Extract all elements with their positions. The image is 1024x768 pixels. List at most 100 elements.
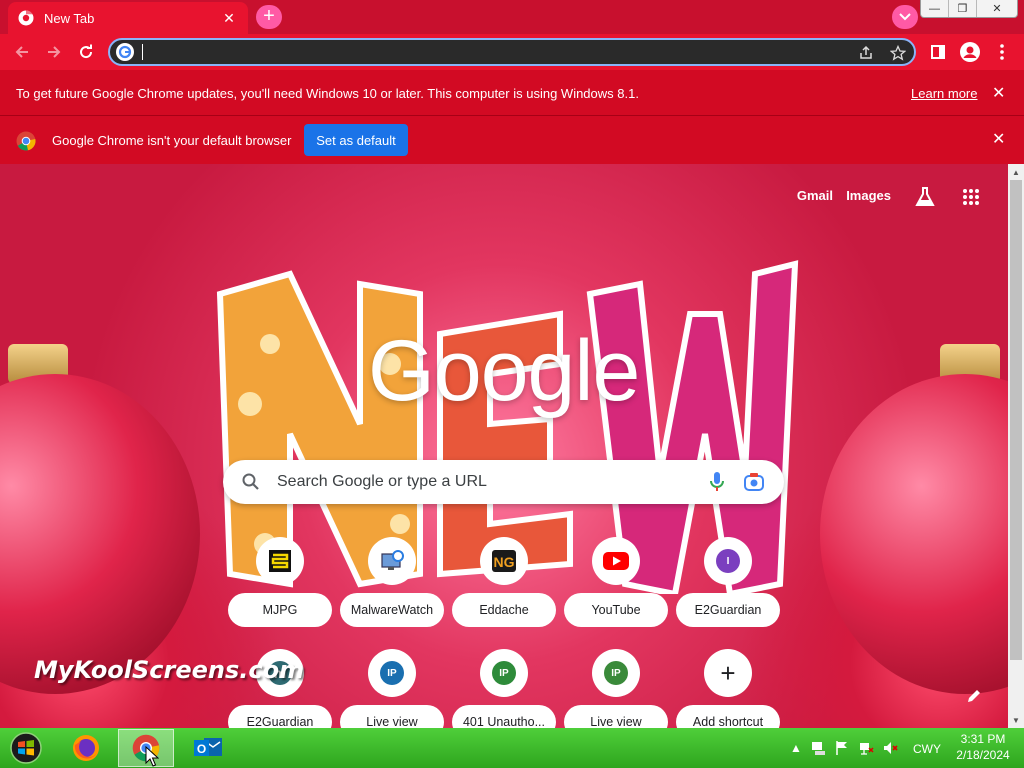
- maximize-button[interactable]: ❐: [949, 0, 977, 17]
- scroll-down-arrow-icon[interactable]: ▼: [1008, 712, 1024, 728]
- shortcut-label: Eddache: [452, 593, 556, 627]
- tab-close-icon[interactable]: ✕: [220, 10, 238, 27]
- eddache-icon: NG: [480, 537, 528, 585]
- shortcut-tile[interactable]: MJPG: [228, 537, 332, 637]
- shortcut-label: E2Guardian: [676, 593, 780, 627]
- images-link[interactable]: Images: [846, 188, 891, 203]
- apps-button[interactable]: [962, 188, 980, 211]
- taskbar-clock[interactable]: 3:31 PM 2/18/2024: [950, 731, 1016, 763]
- ip-icon: IP: [368, 649, 416, 697]
- pencil-icon: [968, 690, 980, 702]
- close-window-button[interactable]: ✕: [977, 0, 1017, 17]
- volume-muted-icon[interactable]: [882, 740, 898, 756]
- update-message: To get future Google Chrome updates, you…: [16, 86, 639, 101]
- ornament-left: [0, 374, 200, 694]
- plus-icon: +: [704, 649, 752, 697]
- tab-search-button[interactable]: [892, 5, 918, 29]
- toolbar: [0, 34, 1024, 70]
- tab-title: New Tab: [44, 10, 95, 26]
- e2guardian-icon: I: [704, 537, 752, 585]
- shortcut-label: Live view: [340, 705, 444, 728]
- avatar-icon: [960, 42, 980, 62]
- chrome-logo-icon: [16, 131, 36, 151]
- apps-grid-icon: [963, 189, 979, 205]
- shortcut-tile[interactable]: IP Live view: [564, 649, 668, 728]
- share-icon[interactable]: [856, 43, 876, 63]
- tab-strip: New Tab ✕ + — ❐ ✕: [0, 0, 1024, 34]
- arrow-right-icon: [48, 46, 61, 58]
- gmail-link[interactable]: Gmail: [797, 188, 833, 203]
- scrollbar-thumb[interactable]: [1010, 180, 1022, 660]
- mjpg-icon: [256, 537, 304, 585]
- clock-time: 3:31 PM: [960, 732, 1006, 746]
- chevron-down-icon: [899, 13, 911, 21]
- network-computer-icon[interactable]: [810, 740, 826, 756]
- windows-logo-icon: [10, 732, 42, 764]
- shortcut-label: MalwareWatch: [340, 593, 444, 627]
- google-logo: Google: [368, 323, 640, 419]
- shortcut-label: 401 Unautho...: [452, 705, 556, 728]
- learn-more-link[interactable]: Learn more: [911, 86, 977, 101]
- shortcut-label: Add shortcut: [676, 705, 780, 728]
- shortcut-tile[interactable]: IP 401 Unautho...: [452, 649, 556, 728]
- network-icon[interactable]: [858, 740, 874, 756]
- new-tab-button[interactable]: +: [256, 5, 282, 29]
- taskbar-chrome[interactable]: [118, 729, 174, 767]
- shortcut-label: E2Guardian: [228, 705, 332, 728]
- bookmark-star-icon[interactable]: [888, 43, 908, 63]
- shortcut-tile[interactable]: I E2Guardian: [676, 537, 780, 637]
- customize-chrome-button[interactable]: [962, 684, 986, 708]
- profile-button[interactable]: [958, 40, 982, 64]
- youtube-icon: [592, 537, 640, 585]
- tab-new-tab[interactable]: New Tab ✕: [8, 2, 248, 34]
- reload-icon: [80, 44, 93, 59]
- kebab-menu-icon: [1000, 44, 1004, 60]
- windows-taskbar: O ▲ CWY 3:31 PM 2/18/2024: [0, 728, 1024, 768]
- side-panel-icon: [931, 45, 945, 59]
- arrow-left-icon: [15, 46, 28, 58]
- ntp-search-box[interactable]: [223, 460, 784, 504]
- forward-button[interactable]: [42, 40, 66, 64]
- update-infobar: To get future Google Chrome updates, you…: [0, 70, 1024, 116]
- firefox-icon: [73, 735, 99, 761]
- ntp-search-input[interactable]: [275, 470, 695, 494]
- side-panel-button[interactable]: [926, 40, 950, 64]
- shortcut-tile[interactable]: NG Eddache: [452, 537, 556, 637]
- update-infobar-close-icon[interactable]: ✕: [992, 83, 1005, 103]
- start-button[interactable]: [8, 731, 44, 765]
- scroll-up-arrow-icon[interactable]: ▲: [1008, 164, 1024, 180]
- ip-icon: IP: [592, 649, 640, 697]
- reload-button[interactable]: [74, 40, 98, 64]
- watermark: MyKoolScreens.com: [34, 656, 305, 684]
- text-caret: [142, 44, 143, 60]
- add-shortcut-tile[interactable]: + Add shortcut: [676, 649, 780, 728]
- taskbar-outlook[interactable]: O: [180, 729, 236, 767]
- svg-text:NG: NG: [494, 554, 515, 570]
- vertical-scrollbar[interactable]: ▲ ▼: [1008, 164, 1024, 728]
- address-input[interactable]: [140, 42, 840, 62]
- taskbar-firefox[interactable]: [58, 729, 114, 767]
- google-g-icon: [116, 43, 134, 61]
- show-hidden-icons-icon[interactable]: ▲: [790, 741, 802, 755]
- outlook-icon: O: [194, 738, 222, 756]
- back-button[interactable]: [10, 40, 34, 64]
- labs-button[interactable]: [914, 186, 936, 213]
- action-center-flag-icon[interactable]: [834, 740, 850, 756]
- input-language-indicator[interactable]: CWY: [913, 742, 941, 756]
- flask-icon: [915, 187, 935, 206]
- chrome-favicon-icon: [18, 10, 34, 26]
- set-as-default-button[interactable]: Set as default: [304, 124, 408, 156]
- microphone-icon[interactable]: [709, 471, 725, 493]
- default-infobar-close-icon[interactable]: ✕: [992, 129, 1005, 149]
- window-controls: — ❐ ✕: [920, 0, 1018, 18]
- shortcut-label: Live view: [564, 705, 668, 728]
- chrome-menu-button[interactable]: [990, 40, 1014, 64]
- shortcut-tile[interactable]: MalwareWatch: [340, 537, 444, 637]
- clock-date: 2/18/2024: [956, 748, 1010, 762]
- google-lens-icon[interactable]: [743, 471, 765, 493]
- shortcut-tile[interactable]: YouTube: [564, 537, 668, 637]
- mouse-cursor-icon: [145, 746, 159, 767]
- minimize-button[interactable]: —: [921, 0, 949, 17]
- address-bar[interactable]: [108, 38, 916, 66]
- shortcut-tile[interactable]: IP Live view: [340, 649, 444, 728]
